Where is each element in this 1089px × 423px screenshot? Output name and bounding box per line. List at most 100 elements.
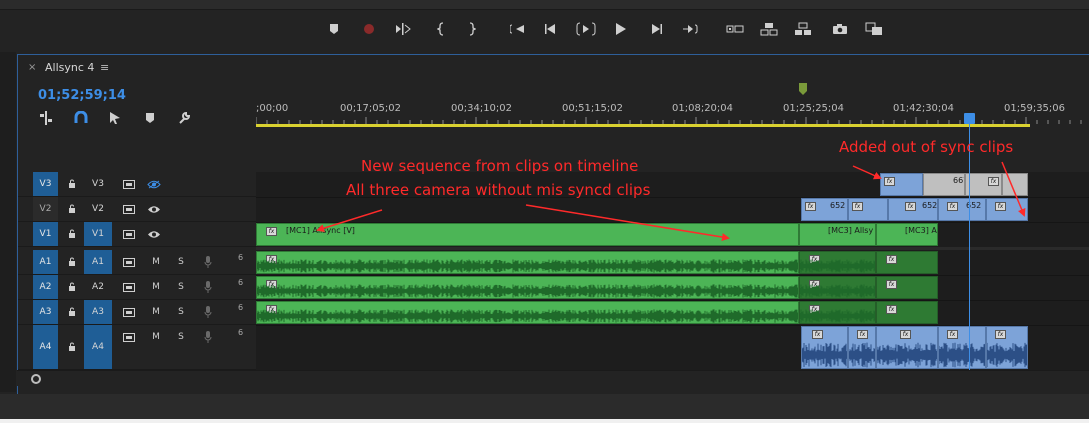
target-track-a4[interactable]: A4 [84,325,112,369]
toggle-trim-button[interactable] [393,19,413,39]
lock-track-button[interactable] [67,222,77,246]
timeline-lanes[interactable]: fx 667 fx fx652 fx fx652 fx652 fx fx[MC1… [256,172,1089,370]
lock-track-button[interactable] [67,325,77,369]
source-patch-a4[interactable]: A4 [33,325,58,369]
solo-button[interactable]: S [174,325,188,349]
clip-a4[interactable]: fx [876,326,938,369]
clip-a4[interactable]: fx [986,326,1028,369]
mark-out-button[interactable] [462,19,482,39]
mute-button[interactable]: M [149,275,163,299]
play-in-to-out-button[interactable] [576,19,596,39]
clip-a1[interactable]: fx [876,251,938,274]
clip-v1-mc3[interactable]: [MC3] A [876,223,938,246]
add-marker-timeline-button[interactable] [142,110,158,126]
clip-v3[interactable]: fx [965,173,1002,196]
clip-v3[interactable] [1002,173,1028,196]
clip-a3[interactable]: fx [799,301,876,324]
clip-v3[interactable]: 667 [923,173,965,196]
voiceover-button[interactable] [201,275,215,299]
export-frame-button[interactable] [830,19,850,39]
panel-menu-icon[interactable]: ≡ [100,61,109,74]
lock-track-button[interactable] [67,275,77,299]
step-back-button[interactable] [541,19,561,39]
solo-button[interactable]: S [174,300,188,324]
sync-lock-button[interactable] [122,197,136,221]
clip-v2[interactable]: fx 652 [801,198,848,221]
playhead-handle[interactable] [964,113,975,124]
overwrite-button[interactable] [759,19,779,39]
zoom-handle[interactable] [31,374,41,384]
target-track-a3[interactable]: A3 [84,300,112,324]
mark-in-button[interactable] [431,19,451,39]
source-patch-v1[interactable]: V1 [33,222,58,246]
sequence-marker-icon[interactable] [799,83,807,95]
source-patch-a2[interactable]: A2 [33,275,58,299]
source-patch-v2[interactable]: V2 [33,197,58,221]
comparison-view-button[interactable] [864,19,884,39]
clip-a1[interactable]: fx [256,251,799,274]
lock-track-button[interactable] [67,172,77,196]
go-to-out-button[interactable] [680,19,700,39]
toggle-track-output-button[interactable] [147,172,161,196]
clip-a2[interactable]: fx [256,276,799,299]
sync-lock-button[interactable] [122,275,136,299]
clip-a3[interactable]: fx [256,301,799,324]
clip-v2[interactable]: fx 652 [888,198,938,221]
clip-v1-mc3[interactable]: [MC3] Allsy [799,223,876,246]
solo-button[interactable]: S [174,250,188,274]
linked-selection-button[interactable] [107,110,123,126]
lift-button[interactable] [793,19,813,39]
sync-lock-button[interactable] [122,222,136,246]
source-patch-a1[interactable]: A1 [33,250,58,274]
sync-lock-button[interactable] [122,172,136,196]
target-track-v3[interactable]: V3 [84,172,112,196]
toggle-track-output-button[interactable] [147,222,161,246]
voiceover-button[interactable] [201,325,215,349]
voiceover-button[interactable] [201,250,215,274]
clip-v2[interactable]: fx 652 [938,198,986,221]
mute-button[interactable]: M [149,250,163,274]
clip-v1-mc1[interactable]: fx [MC1] Allsync [V] [256,223,799,246]
lock-track-button[interactable] [67,250,77,274]
insert-button[interactable] [725,19,745,39]
target-track-a2[interactable]: A2 [84,275,112,299]
solo-button[interactable]: S [174,275,188,299]
snap-button[interactable] [73,110,89,126]
mute-button[interactable]: M [149,325,163,349]
clip-a4[interactable]: fx [938,326,986,369]
clip-v2[interactable]: fx [848,198,888,221]
target-track-v2[interactable]: V2 [84,197,112,221]
clip-a3[interactable]: fx [876,301,938,324]
timeline-settings-button[interactable] [176,110,192,126]
mute-button[interactable]: M [149,300,163,324]
record-button[interactable] [359,19,379,39]
clip-a2[interactable]: fx [876,276,938,299]
target-track-a1[interactable]: A1 [84,250,112,274]
playhead-timecode[interactable]: 01;52;59;14 [38,88,126,103]
nest-toggle-button[interactable] [38,110,54,126]
voiceover-button[interactable] [201,300,215,324]
clip-a4[interactable]: fx [848,326,876,369]
sync-lock-button[interactable] [122,300,136,324]
go-to-in-button[interactable] [508,19,528,39]
sequence-name[interactable]: Allsync 4 [45,61,94,74]
close-tab-icon[interactable]: × [28,63,36,73]
work-area-bar[interactable] [256,124,1030,127]
horizontal-zoom-scrollbar[interactable] [17,370,1089,386]
sync-lock-button[interactable] [122,325,136,349]
source-patch-v3[interactable]: V3 [33,172,58,196]
step-forward-button[interactable] [646,19,666,39]
clip-v2[interactable]: fx [986,198,1028,221]
source-patch-a3[interactable]: A3 [33,300,58,324]
clip-a1[interactable]: fx [799,251,876,274]
play-button[interactable] [611,19,631,39]
clip-v3[interactable]: fx [880,173,923,196]
target-track-v1[interactable]: V1 [84,222,112,246]
clip-a4[interactable]: fx [801,326,848,369]
toggle-track-output-button[interactable] [147,197,161,221]
sync-lock-button[interactable] [122,250,136,274]
add-marker-button[interactable] [324,19,344,39]
lock-track-button[interactable] [67,300,77,324]
clip-a2[interactable]: fx [799,276,876,299]
lock-track-button[interactable] [67,197,77,221]
